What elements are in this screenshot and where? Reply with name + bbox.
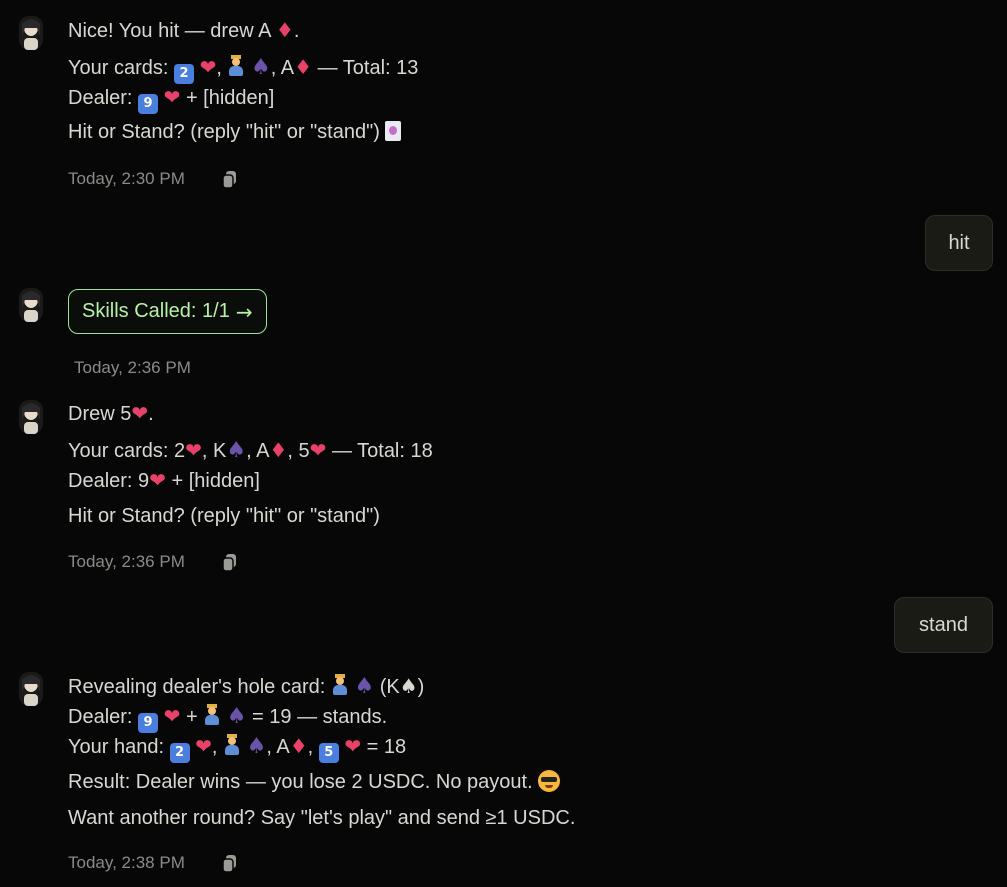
keycap-2-icon: 2 — [169, 743, 190, 763]
spade-suit-icon: ♠ — [399, 674, 418, 698]
prince-icon — [227, 55, 245, 77]
skills-called-button[interactable]: Skills Called: 1/1 → — [68, 289, 267, 334]
diamond-suit-icon: ♦ — [269, 438, 288, 462]
heart-suit-icon: ❤ — [149, 468, 166, 492]
heart-suit-icon: ❤ — [163, 85, 181, 109]
user-message-bubble: hit — [925, 215, 993, 271]
diamond-suit-icon: ♦ — [294, 55, 313, 79]
prince-icon — [223, 734, 241, 756]
message-timestamp: Today, 2:36 PM — [74, 358, 191, 377]
message-timestamp: Today, 2:36 PM — [68, 552, 185, 571]
spade-suit-icon: ♠ — [226, 438, 247, 463]
copy-icon[interactable] — [220, 169, 240, 189]
message-text-line: Nice! You hit — drew A ♦. — [68, 18, 300, 42]
user-message-text: hit — [948, 231, 970, 254]
keycap-9-icon: 9 — [138, 713, 159, 733]
heart-suit-icon: ❤ — [309, 438, 327, 462]
message-text-line: Hit or Stand? (reply "hit" or "stand") — [68, 120, 402, 144]
heart-suit-icon: ❤ — [185, 438, 202, 462]
message-text-line: Drew 5❤. — [68, 401, 154, 425]
diamond-suit-icon: ♦ — [289, 734, 308, 758]
message-text-line: Want another round? Say "let's play" and… — [68, 807, 576, 829]
prince-icon — [203, 704, 221, 726]
message-text-line: Dealer: 9❤ + [hidden] — [68, 468, 260, 492]
message-timestamp: Today, 2:30 PM — [68, 169, 185, 188]
assistant-avatar — [16, 286, 46, 324]
assistant-avatar — [16, 670, 46, 708]
message-text-line: Your cards: 2 ❤, ♠, A♦ — Total: 13 — [68, 55, 418, 84]
heart-suit-icon: ❤ — [199, 55, 217, 79]
message-text-line: Revealing dealer's hole card: ♠ (K♠) — [68, 674, 425, 699]
message-text-line: Hit or Stand? (reply "hit" or "stand") — [68, 505, 380, 527]
sunglasses-face-icon — [538, 770, 561, 792]
message-timestamp: Today, 2:38 PM — [68, 853, 185, 872]
assistant-avatar — [16, 398, 46, 436]
spade-suit-icon: ♠ — [226, 704, 247, 729]
message-text-line: Your hand: 2 ❤, ♠, A♦, 5 ❤ = 18 — [68, 734, 406, 763]
heart-suit-icon: ❤ — [163, 704, 181, 728]
spade-suit-icon: ♠ — [251, 55, 271, 80]
spade-suit-icon: ♠ — [354, 674, 375, 699]
message-text-line: Result: Dealer wins — you lose 2 USDC. N… — [68, 770, 561, 794]
heart-suit-icon: ❤ — [131, 401, 149, 425]
heart-suit-icon: ❤ — [344, 734, 362, 758]
user-message-bubble: stand — [894, 597, 993, 653]
message-text-line: Dealer: 9 ❤ + ♠ = 19 — stands. — [68, 704, 387, 733]
message-text-line: Dealer: 9 ❤ + [hidden] — [68, 85, 274, 114]
keycap-2-icon: 2 — [174, 64, 194, 84]
prince-icon — [331, 674, 349, 696]
heart-suit-icon: ❤ — [195, 734, 212, 758]
keycap-5-icon: 5 — [318, 743, 339, 763]
copy-icon[interactable] — [220, 552, 240, 572]
spade-suit-icon: ♠ — [246, 734, 267, 759]
keycap-9-icon: 9 — [138, 94, 159, 114]
message-text-line: Your cards: 2❤, K♠, A♦, 5❤ — Total: 18 — [68, 438, 433, 463]
copy-icon[interactable] — [220, 853, 240, 873]
diamond-suit-icon: ♦ — [275, 18, 294, 42]
joker-card-icon — [385, 121, 402, 141]
assistant-avatar — [16, 14, 46, 52]
arrow-right-icon: → — [235, 299, 253, 324]
user-message-text: stand — [919, 613, 968, 636]
